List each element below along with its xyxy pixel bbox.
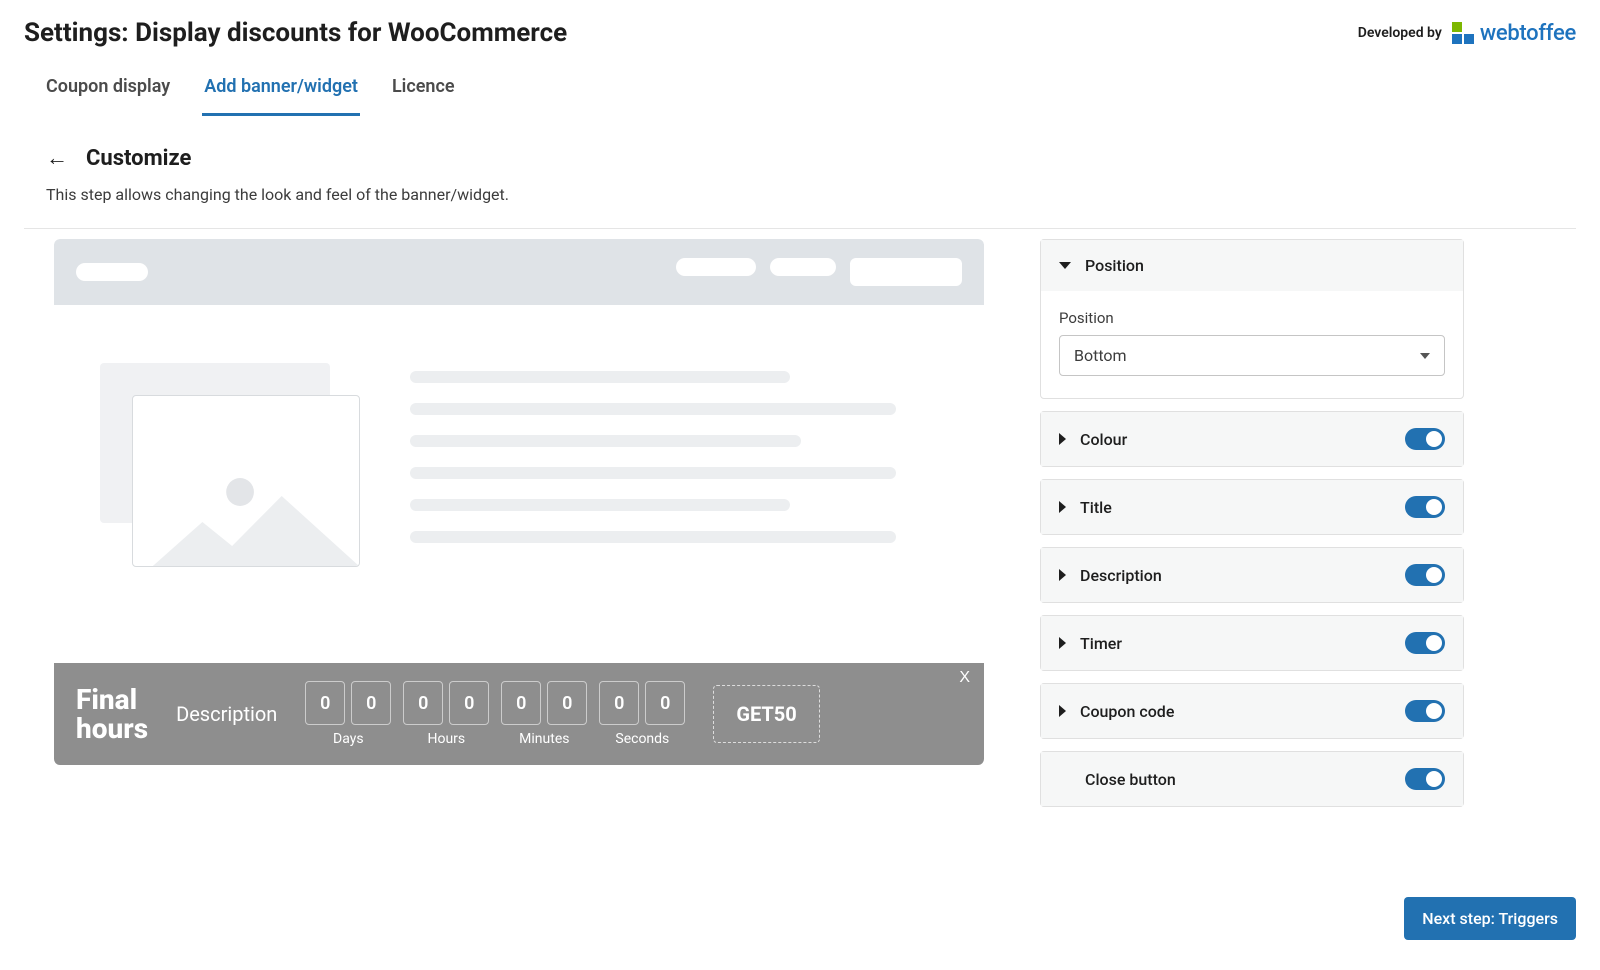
back-arrow-icon[interactable]: ← xyxy=(46,145,68,171)
preview-text-placeholder xyxy=(410,363,938,563)
accordion-colour-label: Colour xyxy=(1080,430,1127,449)
caret-right-icon xyxy=(1059,705,1066,717)
accordion-colour-header[interactable]: Colour xyxy=(1041,412,1463,466)
timer-hours-label: Hours xyxy=(427,731,465,747)
tab-coupon-display[interactable]: Coupon display xyxy=(44,76,172,116)
accordion-description-header[interactable]: Description xyxy=(1041,548,1463,602)
caret-right-icon xyxy=(1059,569,1066,581)
banner-close-icon[interactable]: X xyxy=(959,669,970,687)
preview-banner: X Final hours Description 0 0 Days 0 xyxy=(54,663,984,765)
accordion-position-label: Position xyxy=(1085,256,1144,275)
tab-licence[interactable]: Licence xyxy=(390,76,457,116)
colour-toggle[interactable] xyxy=(1405,428,1445,450)
position-select-value: Bottom xyxy=(1074,346,1127,365)
caret-right-icon xyxy=(1059,637,1066,649)
position-select[interactable]: Bottom xyxy=(1059,335,1445,376)
developed-by: Developed by webtoffee xyxy=(1358,21,1576,46)
preview-browser-chrome xyxy=(54,239,984,305)
brand-logo: webtoffee xyxy=(1452,21,1576,46)
timer-days-label: Days xyxy=(333,731,364,747)
accordion-description-label: Description xyxy=(1080,566,1162,585)
chevron-down-icon xyxy=(1420,353,1430,359)
timer-days-tens: 0 xyxy=(305,681,345,725)
coupon-code-toggle[interactable] xyxy=(1405,700,1445,722)
timer-days-ones: 0 xyxy=(351,681,391,725)
banner-coupon-code: GET50 xyxy=(713,685,819,743)
accordion-timer-header[interactable]: Timer xyxy=(1041,616,1463,670)
accordion-title-label: Title xyxy=(1080,498,1112,517)
brand-name: webtoffee xyxy=(1480,21,1576,46)
accordion-close-button-header[interactable]: Close button xyxy=(1041,752,1463,806)
caret-placeholder xyxy=(1059,773,1071,785)
accordion-colour: Colour xyxy=(1040,411,1464,467)
tab-add-banner-widget[interactable]: Add banner/widget xyxy=(202,76,360,116)
accordion-coupon-code: Coupon code xyxy=(1040,683,1464,739)
accordion-title-header[interactable]: Title xyxy=(1041,480,1463,534)
accordion-coupon-code-header[interactable]: Coupon code xyxy=(1041,684,1463,738)
banner-title: Final hours xyxy=(76,685,148,744)
caret-right-icon xyxy=(1059,501,1066,513)
next-step-button[interactable]: Next step: Triggers xyxy=(1404,897,1576,940)
timer-minutes-label: Minutes xyxy=(519,731,569,747)
step-description: This step allows changing the look and f… xyxy=(24,185,1576,204)
timer-seconds-ones: 0 xyxy=(645,681,685,725)
timer-seconds-tens: 0 xyxy=(599,681,639,725)
caret-right-icon xyxy=(1059,433,1066,445)
accordion-description: Description xyxy=(1040,547,1464,603)
tabs: Coupon display Add banner/widget Licence xyxy=(24,76,1576,117)
accordion-close-button-label: Close button xyxy=(1085,770,1176,789)
accordion-position-header[interactable]: Position xyxy=(1041,240,1463,291)
timer-hours-ones: 0 xyxy=(449,681,489,725)
accordion-timer: Timer xyxy=(1040,615,1464,671)
timer-minutes-tens: 0 xyxy=(501,681,541,725)
page-title: Settings: Display discounts for WooComme… xyxy=(24,18,567,48)
banner-timer: 0 0 Days 0 0 Hours 0 xyxy=(305,681,685,747)
customize-panel: Position Position Bottom Colour xyxy=(1040,239,1464,819)
title-toggle[interactable] xyxy=(1405,496,1445,518)
accordion-close-button: Close button xyxy=(1040,751,1464,807)
accordion-timer-label: Timer xyxy=(1080,634,1122,653)
timer-seconds-label: Seconds xyxy=(615,731,669,747)
accordion-position: Position Position Bottom xyxy=(1040,239,1464,399)
position-field-label: Position xyxy=(1059,309,1445,327)
banner-description: Description xyxy=(176,702,277,726)
accordion-coupon-code-label: Coupon code xyxy=(1080,702,1174,721)
timer-minutes-ones: 0 xyxy=(547,681,587,725)
banner-preview: X Final hours Description 0 0 Days 0 xyxy=(54,239,984,819)
accordion-title: Title xyxy=(1040,479,1464,535)
timer-hours-tens: 0 xyxy=(403,681,443,725)
developed-by-label: Developed by xyxy=(1358,25,1442,41)
timer-toggle[interactable] xyxy=(1405,632,1445,654)
preview-image-placeholder xyxy=(100,363,362,563)
step-title: Customize xyxy=(86,146,191,171)
close-button-toggle[interactable] xyxy=(1405,768,1445,790)
caret-down-icon xyxy=(1059,262,1071,269)
description-toggle[interactable] xyxy=(1405,564,1445,586)
